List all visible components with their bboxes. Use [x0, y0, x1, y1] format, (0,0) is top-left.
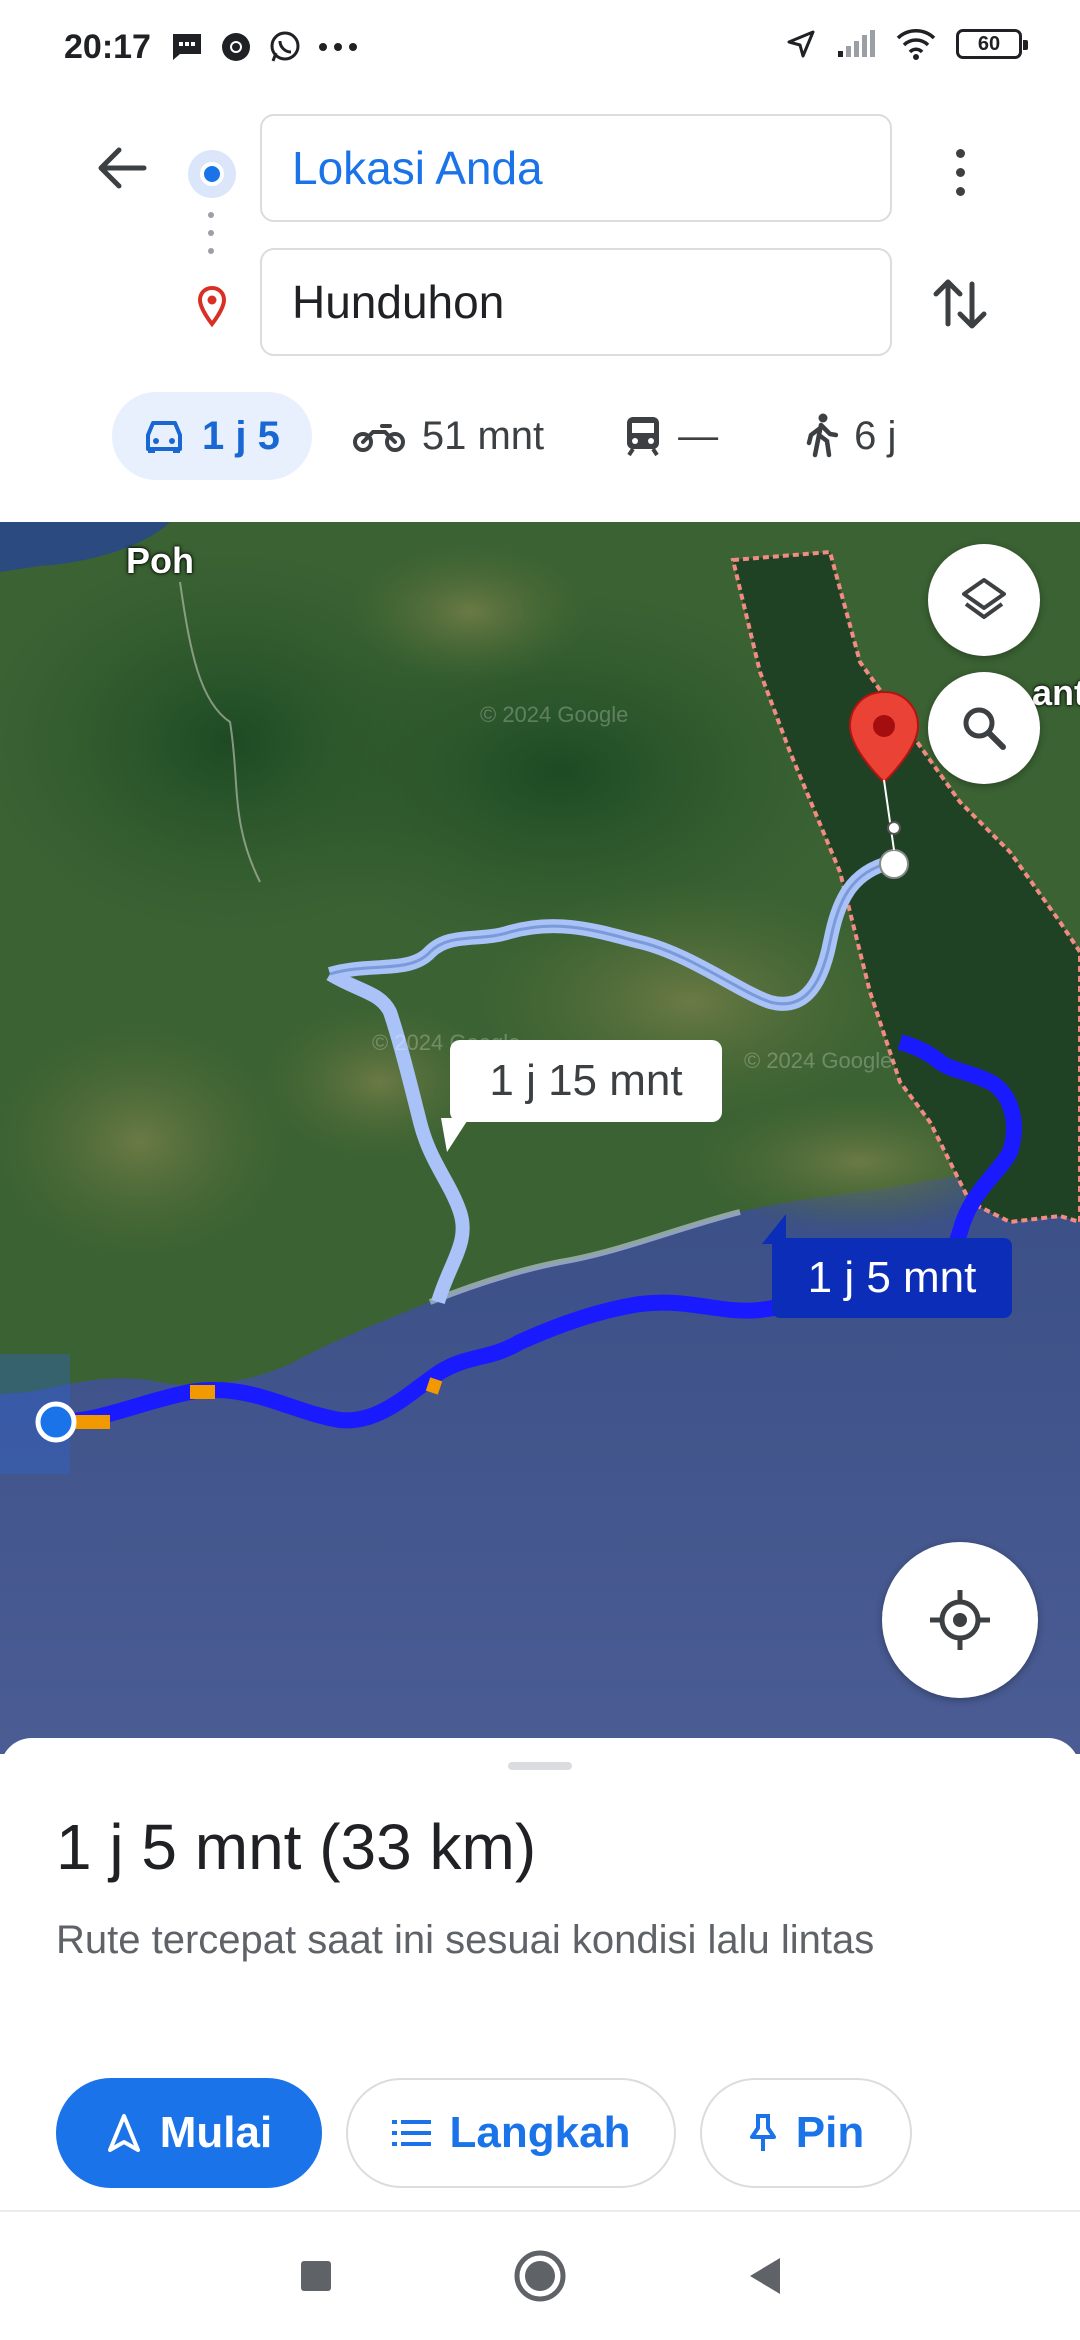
back-nav-button[interactable]	[732, 2244, 796, 2308]
car-icon	[146, 421, 182, 453]
status-bar: 20:17 60	[0, 0, 1080, 100]
circle-icon	[514, 2250, 566, 2302]
back-button[interactable]	[90, 136, 154, 200]
message-icon	[173, 34, 201, 60]
my-location-icon	[930, 1590, 990, 1650]
steps-label: Langkah	[449, 2108, 631, 2157]
map-watermark: © 2024 Google	[480, 702, 629, 727]
tab-motorcycle[interactable]: 51 mnt	[352, 392, 544, 480]
battery-icon: 60	[956, 29, 1028, 59]
pin-icon	[749, 2114, 776, 2151]
tab-motorcycle-label: 51 mnt	[421, 413, 545, 458]
destination-field[interactable]: Hunduhon	[260, 248, 892, 356]
route-distance: (33 km)	[319, 1811, 537, 1883]
travel-mode-tabs: 1 j 5 51 mnt — 6 j	[112, 392, 896, 480]
system-icons: 60	[786, 28, 1028, 60]
layers-icon	[962, 578, 1006, 619]
route-time: 1 j 5 mnt	[56, 1811, 302, 1883]
whatsapp-icon	[270, 31, 300, 62]
motorcycle-icon	[352, 424, 405, 452]
tab-car-label: 1 j 5	[202, 413, 280, 458]
my-location-button[interactable]	[882, 1542, 1038, 1698]
status-time: 20:17	[64, 28, 151, 66]
location-arrow-icon	[787, 30, 815, 58]
layers-button[interactable]	[928, 544, 1040, 656]
pin-label: Pin	[795, 2108, 865, 2157]
map-place-label-ant: ant	[1032, 672, 1080, 713]
origin-text: Lokasi Anda	[292, 142, 543, 194]
chrome-icon	[222, 33, 250, 61]
tab-walk[interactable]: 6 j	[804, 392, 896, 480]
destination-text: Hunduhon	[292, 276, 505, 328]
directions-header: Lokasi Anda Hunduhon 1 j 5 51 mnt — 6 j	[0, 100, 1080, 522]
route-connector-icon	[208, 212, 214, 254]
map-watermark: © 2024 Google	[744, 1048, 893, 1073]
more-notifications-icon	[319, 43, 357, 51]
map-place-label-poh: Poh	[126, 540, 194, 581]
tab-transit-label: —	[678, 413, 719, 458]
swap-icon[interactable]	[924, 268, 996, 340]
train-icon	[627, 417, 660, 457]
origin-dot-icon	[188, 150, 236, 198]
navigation-arrow-icon	[107, 2114, 140, 2152]
wifi-icon	[896, 29, 936, 60]
drag-handle[interactable]	[508, 1762, 572, 1770]
steps-button[interactable]: Langkah	[346, 2078, 676, 2188]
tab-transit[interactable]: —	[624, 392, 718, 480]
recents-button[interactable]	[284, 2244, 348, 2308]
route-duration: 1 j 5 mnt (33 km)	[56, 1810, 536, 1884]
arrow-back-icon	[98, 147, 147, 189]
main-route-time: 1 j 5 mnt	[807, 1253, 977, 1302]
square-icon	[301, 2261, 331, 2291]
notification-icons	[170, 30, 358, 64]
destination-pin-icon	[197, 285, 227, 328]
tab-walk-label: 6 j	[854, 413, 897, 458]
tab-car[interactable]: 1 j 5	[112, 392, 312, 480]
search-along-route-button[interactable]	[928, 672, 1040, 784]
route-description: Rute tercepat saat ini sesuai kondisi la…	[56, 1918, 875, 1962]
route-map[interactable]: Poh ant © 2024 Google © 2024 Google © 20…	[0, 522, 1080, 1754]
alternate-route-time-label[interactable]: 1 j 15 mnt	[450, 1040, 722, 1122]
start-button[interactable]: Mulai	[56, 2078, 322, 2188]
alternate-route-time: 1 j 15 mnt	[489, 1056, 683, 1105]
list-icon	[391, 2120, 431, 2146]
system-navigation-bar	[0, 2210, 1080, 2340]
main-route-time-label[interactable]: 1 j 5 mnt	[762, 1214, 1012, 1318]
more-options-button[interactable]	[934, 140, 986, 204]
signal-icon	[838, 30, 875, 57]
route-summary-sheet: 1 j 5 mnt (33 km) Rute tercepat saat ini…	[0, 1738, 1080, 2210]
home-button[interactable]	[508, 2244, 572, 2308]
search-icon	[963, 707, 1006, 750]
walking-icon	[806, 413, 839, 458]
battery-level: 60	[977, 32, 1001, 55]
pin-button[interactable]: Pin	[700, 2078, 912, 2188]
start-label: Mulai	[159, 2108, 273, 2157]
triangle-back-icon	[750, 2258, 780, 2294]
origin-field[interactable]: Lokasi Anda	[260, 114, 892, 222]
